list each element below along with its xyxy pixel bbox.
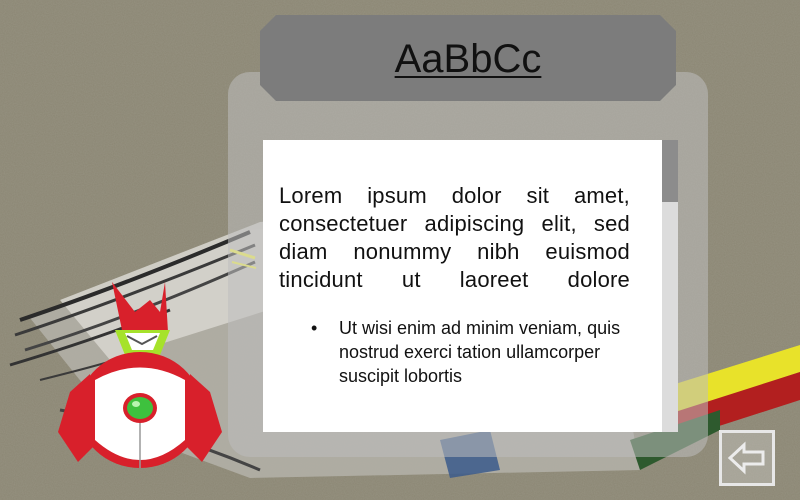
bullet-list: Ut wisi enim ad minim veniam, quis nostr…	[279, 316, 659, 388]
scrollbar-thumb[interactable]	[662, 140, 678, 202]
scrollbar-track[interactable]	[662, 140, 678, 432]
back-button[interactable]	[719, 430, 775, 486]
back-arrow-icon	[727, 441, 765, 475]
page-title: AaBbCc	[394, 37, 542, 81]
content-area[interactable]: Lorem ipsum dolor sit amet, consectetuer…	[263, 140, 678, 432]
body-paragraph: Lorem ipsum dolor sit amet, consectetuer…	[279, 183, 630, 292]
title-bar: AaBbCc	[260, 15, 676, 101]
list-item: Ut wisi enim ad minim veniam, quis nostr…	[311, 316, 659, 388]
